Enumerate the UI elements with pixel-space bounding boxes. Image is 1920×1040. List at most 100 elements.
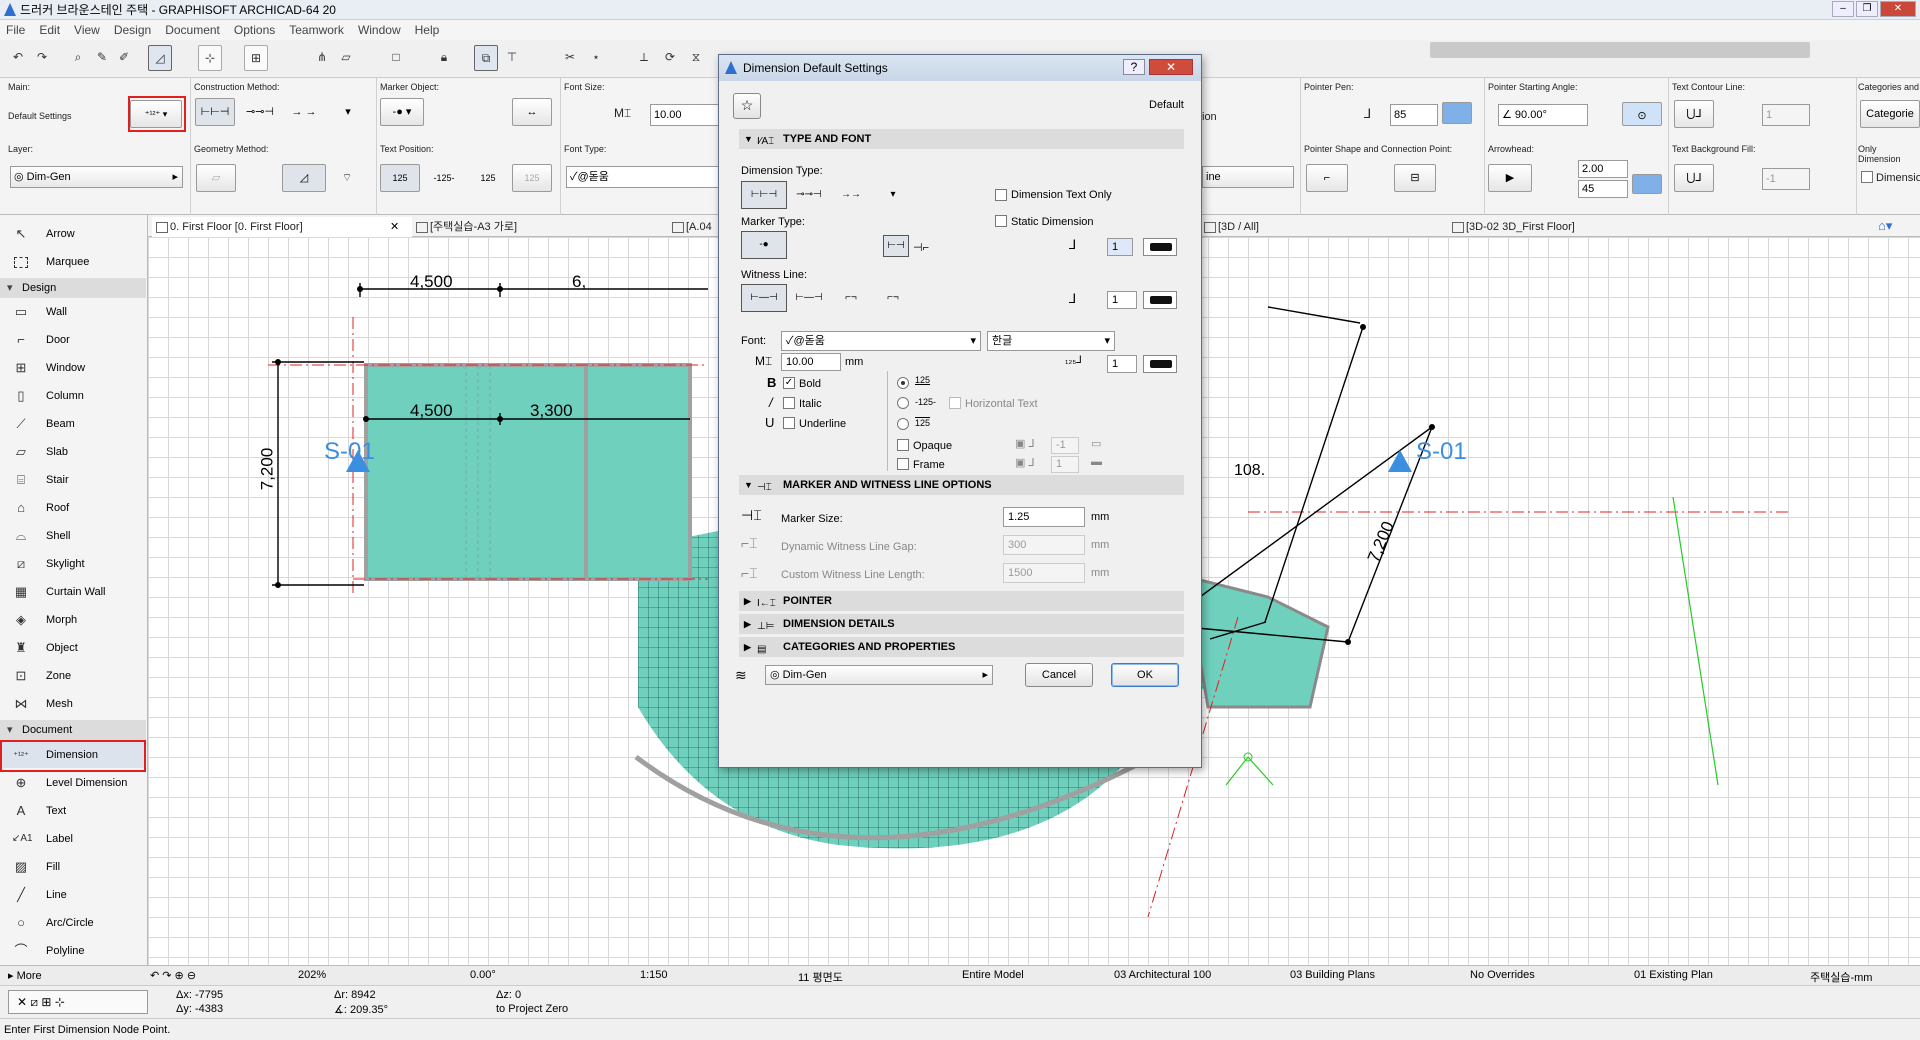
marker-arrow-button[interactable]: ↔	[512, 98, 552, 126]
scissors-icon[interactable]: ✂	[558, 45, 582, 71]
magic-wand-icon[interactable]: ⋆	[584, 45, 608, 71]
text-contour-button[interactable]: ⋃⅃	[1674, 100, 1714, 128]
text-bg-field[interactable]: -1	[1762, 168, 1810, 190]
rotate-icon[interactable]: ⟳	[658, 45, 682, 71]
only-dimension-checkbox[interactable]	[1861, 171, 1873, 183]
tool-level-dimension[interactable]: ⊕ Level Dimension	[0, 770, 146, 796]
section-type-font[interactable]: ▼ I⁄A⌶ TYPE AND FONT	[739, 129, 1184, 149]
overrides-value[interactable]: No Overrides	[1470, 969, 1535, 981]
marker-pen-field[interactable]: 1	[1107, 238, 1133, 256]
dimension-text-only-checkbox[interactable]	[995, 189, 1007, 201]
partial-line-select[interactable]: ine	[1202, 166, 1294, 188]
tool-label[interactable]: ↙A1 Label	[0, 826, 146, 852]
tool-object[interactable]: ♜ Object	[0, 635, 146, 661]
pointer-pen-field[interactable]: 85	[1390, 104, 1438, 126]
bold-checkbox[interactable]: ✓	[783, 377, 795, 389]
tool-roof[interactable]: ⌂ Roof	[0, 495, 146, 521]
cancel-button[interactable]: Cancel	[1025, 663, 1093, 687]
opaque-checkbox[interactable]	[897, 439, 909, 451]
syringe-icon[interactable]: ✐	[112, 45, 136, 71]
dim-type-cumulative[interactable]: →→	[831, 181, 871, 209]
text-pos-center-radio[interactable]	[897, 397, 909, 409]
opaque-pen-field[interactable]: -1	[1051, 437, 1079, 454]
pen-set-value[interactable]: 03 Architectural 100	[1114, 969, 1211, 981]
grid-snap-icon[interactable]: ⊞	[244, 45, 268, 71]
tool-door[interactable]: ⌐ Door	[0, 327, 146, 353]
custom-length-field[interactable]: 1500	[1003, 563, 1085, 583]
text-pos-custom-button[interactable]: 125	[512, 164, 552, 192]
lock-icon[interactable]: 🔒︎	[432, 45, 456, 71]
tool-line[interactable]: ╱ Line	[0, 882, 146, 908]
menu-design[interactable]: Design	[114, 23, 151, 37]
suspend-groups-icon[interactable]: ⋔	[310, 45, 334, 71]
zoom-icon[interactable]: ↶ ↷ ⊕ ⊖	[150, 969, 196, 982]
renovation-value[interactable]: 01 Existing Plan	[1634, 969, 1713, 981]
text-pos-below-button[interactable]: 125	[468, 164, 508, 192]
horizontal-text-checkbox[interactable]	[949, 397, 961, 409]
scale-value[interactable]: 1:150	[640, 969, 668, 981]
section-marker-witness[interactable]: ▼ ⊣⌶ MARKER AND WITNESS LINE OPTIONS	[739, 475, 1184, 495]
minimize-button[interactable]: –	[1832, 1, 1854, 17]
text-pen-field[interactable]: 1	[1107, 355, 1137, 373]
menu-help[interactable]: Help	[415, 23, 440, 37]
font-select[interactable]: ✓@돋움 ▾	[781, 331, 981, 351]
tool-polyline[interactable]: ⌒ Polyline	[0, 938, 146, 964]
marker-object-button[interactable]: -● ▾	[380, 98, 424, 126]
dim-type-baseline[interactable]: ⊸⊸⊣	[789, 181, 829, 209]
tool-fill[interactable]: ▨ Fill	[0, 854, 146, 880]
tab-a04[interactable]: [A.04	[668, 217, 712, 237]
angle-lock-button[interactable]: ⊙	[1622, 102, 1662, 126]
tab-close-icon[interactable]: ✕	[390, 220, 399, 233]
marker-size-field[interactable]: 1.25	[1003, 507, 1085, 527]
section-categories[interactable]: ▶ ▤ CATEGORIES AND PROPERTIES	[739, 637, 1184, 657]
tool-beam[interactable]: ⟋ Beam	[0, 411, 146, 437]
witness-line-short[interactable]: ⊢—⊣	[789, 284, 829, 312]
pointer-shape-button[interactable]: ⌐	[1306, 164, 1348, 192]
tool-mesh[interactable]: ⋈ Mesh	[0, 691, 146, 717]
tab-3d-first-floor[interactable]: [3D-02 3D_First Floor]	[1448, 217, 1575, 237]
linear-dimension-button[interactable]: ⊢⊢⊣	[195, 98, 235, 126]
tab-layout[interactable]: [주택실습-A3 가로]	[412, 217, 517, 237]
rotation-value[interactable]: 0.00°	[470, 969, 496, 981]
mirror-icon[interactable]: ⧖	[684, 45, 708, 71]
layers-icon[interactable]: ▱	[334, 45, 358, 71]
tool-wall[interactable]: ▭ Wall	[0, 299, 146, 325]
offset-icon[interactable]: ⟂	[632, 45, 656, 71]
find-select-icon[interactable]: ⌕	[66, 45, 90, 71]
marker-style-button[interactable]: ⊢⊣	[883, 235, 909, 257]
layer-select[interactable]: ◎ Dim-Gen ▸	[765, 665, 993, 685]
font-size-field[interactable]: 10.00	[650, 104, 720, 126]
baseline-dimension-button[interactable]: ⊸⊸⊣	[240, 98, 280, 126]
menu-window[interactable]: Window	[358, 23, 401, 37]
frame-checkbox[interactable]	[897, 458, 909, 470]
layer-select[interactable]: ◎ Dim-Gen ▸	[10, 166, 183, 188]
tool-zone[interactable]: ⊡ Zone	[0, 663, 146, 689]
eyedropper-icon[interactable]: ✎	[90, 45, 114, 71]
dimension-std-value[interactable]: 주택실습-mm	[1810, 969, 1872, 985]
design-group-header[interactable]: Design	[0, 278, 146, 298]
arrowhead-size-field[interactable]: 2.00	[1578, 160, 1628, 178]
pointer-pen-color-button[interactable]	[1442, 102, 1472, 124]
tool-arc-circle[interactable]: ○ Arc/Circle	[0, 910, 146, 936]
text-pos-above-button[interactable]: 125	[380, 164, 420, 192]
snap-guides-icon[interactable]: ⊹	[198, 45, 222, 71]
tool-text[interactable]: A Text	[0, 798, 146, 824]
italic-checkbox[interactable]	[783, 397, 795, 409]
font-size-field[interactable]: 10.00	[781, 353, 841, 371]
gap-field[interactable]: 300	[1003, 535, 1085, 555]
help-button[interactable]: ?	[1123, 59, 1145, 75]
menu-view[interactable]: View	[74, 23, 100, 37]
frame-pen-field[interactable]: 1	[1051, 456, 1079, 473]
model-value[interactable]: Entire Model	[962, 969, 1024, 981]
menu-options[interactable]: Options	[234, 23, 275, 37]
tool-window[interactable]: ⊞ Window	[0, 355, 146, 381]
geometry-method-button[interactable]: ▱	[196, 164, 236, 192]
tab-first-floor[interactable]: 0. First Floor [0. First Floor]	[152, 217, 412, 237]
menu-edit[interactable]: Edit	[39, 23, 60, 37]
marker-pen-color[interactable]	[1143, 238, 1177, 256]
tool-slab[interactable]: ▱ Slab	[0, 439, 146, 465]
witness-line-full[interactable]: ⊢—⊣	[741, 284, 787, 312]
redo-icon[interactable]: ↷	[30, 45, 54, 71]
text-contour-field[interactable]: 1	[1762, 104, 1810, 126]
wifi-method-button[interactable]: ⌔	[332, 164, 362, 192]
